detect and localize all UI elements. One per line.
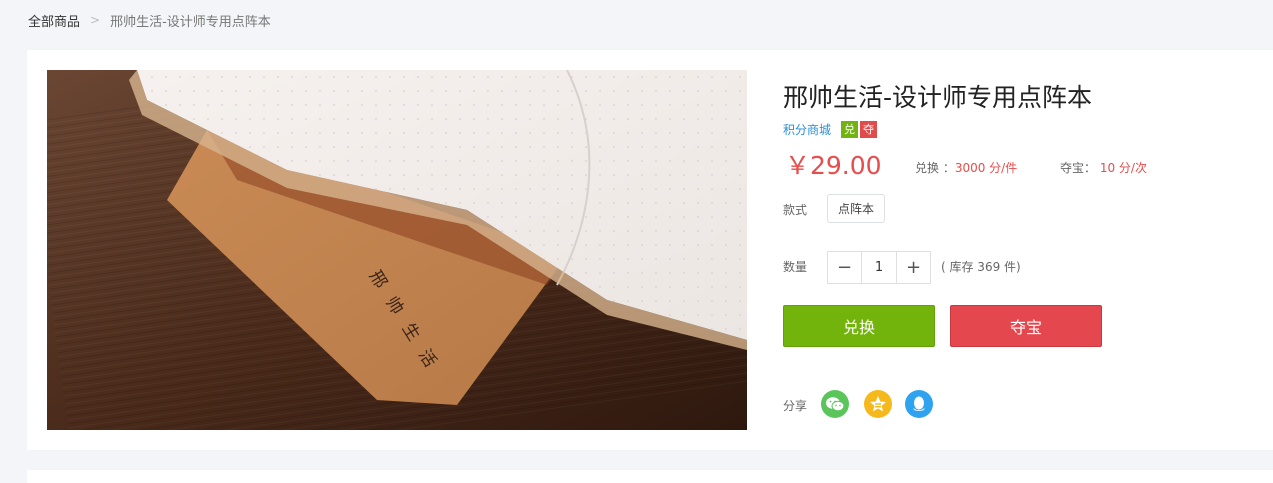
breadcrumb: 全部商品 > 邢帅生活-设计师专用点阵本 (28, 11, 271, 30)
details-panel (27, 470, 1273, 483)
lottery-price: 夺宝： 10 分/次 (1060, 159, 1147, 176)
quantity-decrease-button[interactable]: − (828, 252, 861, 283)
quantity-input[interactable] (861, 252, 897, 283)
share-label: 分享 (783, 399, 808, 413)
lottery-button[interactable]: 夺宝 (950, 305, 1102, 347)
quantity-stepper: − + (827, 251, 931, 284)
product-panel: 邢帅生活 邢帅生活-设计师专用点阵本 积分商城 兑 夺 ￥29.00 兑换 ：3… (27, 50, 1273, 450)
exchange-price-value: 3000 分/件 (954, 161, 1018, 175)
lottery-price-label: 夺宝： (1060, 161, 1097, 175)
product-price: ￥29.00 (785, 151, 882, 180)
style-option-dot-grid[interactable]: 点阵本 (827, 194, 885, 223)
quantity-increase-button[interactable]: + (897, 252, 930, 283)
store-link[interactable]: 积分商城 (783, 121, 831, 138)
exchange-button[interactable]: 兑换 (783, 305, 935, 347)
wechat-icon[interactable] (821, 390, 849, 418)
lottery-tag: 夺 (860, 120, 878, 138)
qq-icon[interactable] (905, 390, 933, 418)
breadcrumb-all-products[interactable]: 全部商品 (28, 11, 80, 30)
exchange-tag: 兑 (841, 120, 859, 138)
product-title: 邢帅生活-设计师专用点阵本 (783, 83, 1093, 112)
quantity-label: 数量 (783, 260, 808, 274)
product-image: 邢帅生活 (47, 70, 747, 430)
breadcrumb-current: 邢帅生活-设计师专用点阵本 (110, 14, 271, 30)
product-info: 邢帅生活-设计师专用点阵本 积分商城 兑 夺 ￥29.00 兑换 ：3000 分… (783, 50, 1243, 450)
lottery-price-value: 10 分/次 (1099, 161, 1147, 175)
breadcrumb-separator: > (90, 13, 101, 27)
exchange-price-label: 兑换 ： (915, 161, 955, 175)
stock-text: ( 库存 369 件) (941, 260, 1021, 274)
exchange-price: 兑换 ：3000 分/件 (915, 159, 1017, 176)
style-label: 款式 (783, 203, 808, 217)
qzone-icon[interactable] (864, 390, 892, 418)
store-row: 积分商城 兑 夺 (783, 120, 879, 138)
